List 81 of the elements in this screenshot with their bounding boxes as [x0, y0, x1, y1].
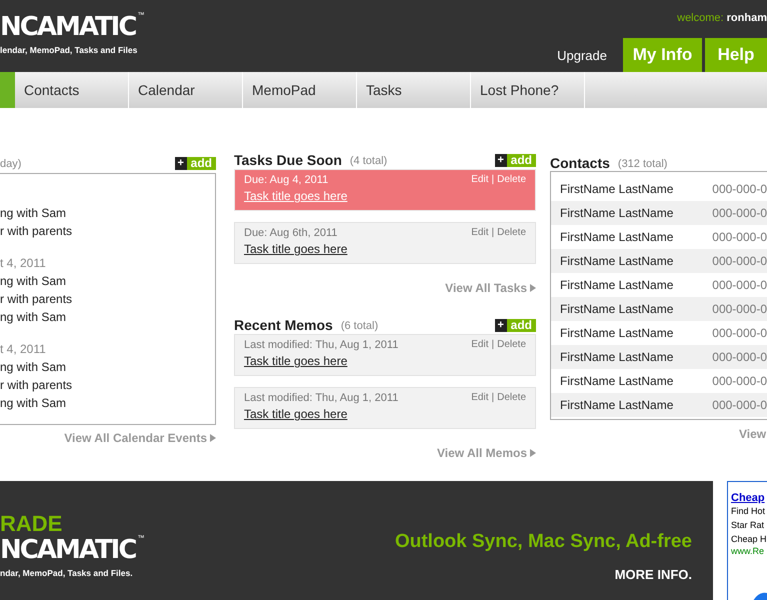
contact-phone: 000-000-0 [712, 230, 767, 244]
contact-name[interactable]: FirstName LastName [560, 254, 712, 268]
add-button[interactable]: + add [494, 154, 536, 167]
link-separator: | [491, 227, 494, 239]
calendar-event[interactable]: r with parents [0, 290, 215, 308]
edit-link[interactable]: Edit [471, 227, 488, 239]
nav-tab[interactable]: Calendar [129, 72, 243, 108]
item-count: (6 total) [340, 320, 378, 332]
event-date: t 4, 2011 [0, 341, 47, 358]
active-tab-edge [0, 72, 15, 108]
contact-phone: 000-000-0 [712, 302, 767, 316]
logo-tagline: ndar, MemoPad, Tasks and Files. [0, 568, 134, 578]
contact-phone: 000-000-0 [712, 254, 767, 268]
upgrade-link[interactable]: Upgrade [557, 48, 607, 62]
delete-link[interactable]: Delete [497, 392, 526, 404]
contact-phone: 000-000-0 [712, 278, 767, 292]
contact-name[interactable]: FirstName LastName [560, 278, 712, 292]
item-count: (4 total) [350, 155, 388, 167]
calendar-event[interactable]: r with parents [0, 376, 215, 394]
calendar-event[interactable]: r with parents [0, 222, 215, 240]
contact-phone: 000-000-0 [712, 182, 767, 196]
section-title: Contacts [550, 155, 610, 171]
calendar-event[interactable]: ng with Sam [0, 394, 215, 412]
add-button[interactable]: + add [174, 157, 216, 170]
nav-tab[interactable]: Lost Phone? [471, 72, 585, 108]
item-date: Due: Aug 4, 2011 [244, 174, 328, 186]
nav-tab[interactable]: MemoPad [243, 72, 357, 108]
welcome-label: welcome: [677, 12, 724, 24]
section-title: Recent Memos [234, 317, 333, 333]
event-date: t 4, 2011 [0, 255, 47, 272]
contact-name[interactable]: FirstName LastName [560, 326, 712, 340]
triangle-icon [530, 284, 536, 292]
item-title-link[interactable]: Task title goes here [244, 354, 348, 368]
item-title-link[interactable]: Task title goes here [244, 242, 348, 256]
logo-wordmark: NCAMATIC [0, 535, 136, 565]
contact-name[interactable]: FirstName LastName [560, 230, 712, 244]
link-separator: | [491, 174, 494, 186]
promo-headline: Outlook Sync, Mac Sync, Ad-free [394, 531, 692, 553]
contact-phone: 000-000-0 [712, 374, 767, 388]
contact-phone: 000-000-0 [712, 350, 767, 364]
contact-count: (312 total) [618, 158, 668, 170]
delete-link[interactable]: Delete [497, 227, 526, 239]
edit-link[interactable]: Edit [471, 392, 488, 404]
calendar-event[interactable]: ng with Sam [0, 272, 215, 290]
contact-name[interactable]: FirstName LastName [560, 302, 712, 316]
delete-link[interactable]: Delete [497, 339, 526, 351]
item-title-link[interactable]: Task title goes here [244, 407, 348, 421]
logo-wordmark: NCAMATIC [0, 12, 136, 42]
add-button[interactable]: + add [494, 319, 536, 332]
contact-name[interactable]: FirstName LastName [560, 182, 712, 196]
contact-name[interactable]: FirstName LastName [560, 398, 712, 412]
calendar-event[interactable]: ng with Sam [0, 308, 215, 326]
edit-link[interactable]: Edit [471, 339, 488, 351]
link-separator: | [491, 392, 494, 404]
contact-phone: 000-000-0 [712, 206, 767, 220]
ad-url: www.Re [731, 546, 766, 556]
logo-tagline: lendar, MemoPad, Tasks and Files [0, 45, 138, 55]
more-info-link[interactable]: MORE INFO. [614, 567, 692, 582]
calendar-event[interactable]: ng with Sam [0, 204, 215, 222]
triangle-icon [210, 434, 216, 442]
ad-link[interactable]: Cheap [731, 492, 767, 504]
contact-name[interactable]: FirstName LastName [560, 206, 712, 220]
section-title: Tasks Due Soon [234, 152, 342, 168]
ad-text: Cheap H [731, 533, 767, 546]
contact-phone: 000-000-0 [712, 326, 767, 340]
contact-name[interactable]: FirstName LastName [560, 374, 712, 388]
contact-name[interactable]: FirstName LastName [560, 350, 712, 364]
calendar-event[interactable]: ng with Sam [0, 358, 215, 376]
item-date: Due: Aug 6th, 2011 [244, 227, 338, 239]
username: ronham [726, 12, 767, 24]
promo-kicker: RADE [0, 513, 64, 535]
contact-phone: 000-000-0 [712, 398, 767, 412]
triangle-icon [530, 449, 536, 457]
ad-text: Find Hot [731, 505, 766, 518]
link-separator: | [491, 339, 494, 351]
nav-tab[interactable]: Contacts [15, 72, 129, 108]
ad-text: Star Rat [731, 519, 766, 532]
nav-tab[interactable]: Tasks [357, 72, 471, 108]
item-date: Last modified: Thu, Aug 1, 2011 [244, 339, 398, 351]
event-count: day) [0, 158, 22, 170]
item-date: Last modified: Thu, Aug 1, 2011 [244, 392, 398, 404]
